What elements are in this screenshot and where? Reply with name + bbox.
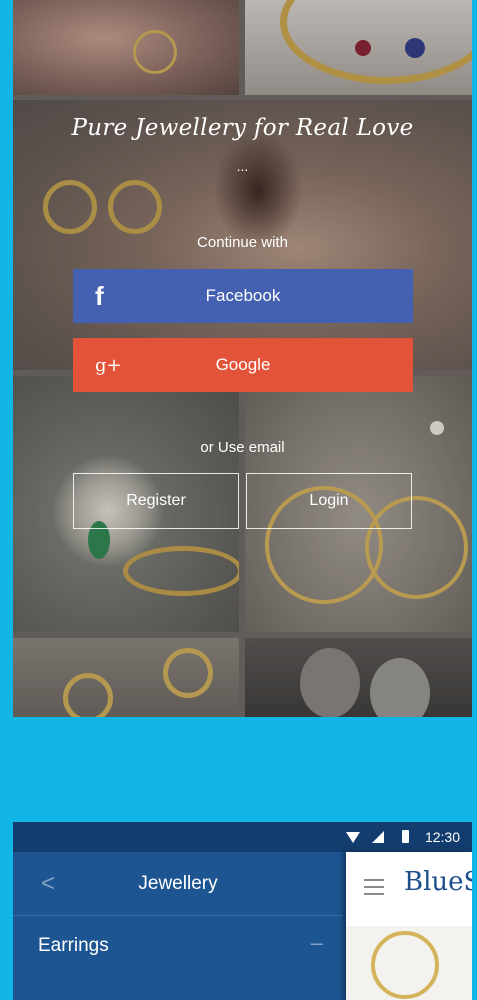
continue-with-label: Continue with	[197, 234, 288, 251]
main-panel: BlueS	[346, 852, 472, 1000]
drawer-item-earrings[interactable]: Earrings –	[13, 916, 343, 974]
menu-screen: 12:30 < Jewellery Earrings – BlueS	[13, 822, 472, 1000]
hamburger-menu-icon[interactable]	[364, 879, 384, 900]
battery-icon	[402, 830, 409, 843]
facebook-label: Facebook	[205, 286, 281, 305]
signal-icon	[372, 831, 384, 843]
product-image	[346, 926, 472, 1000]
facebook-icon: f	[95, 280, 104, 311]
google-plus-icon: g+	[95, 354, 122, 376]
drawer-header: < Jewellery	[13, 852, 343, 916]
register-button[interactable]: Register	[73, 473, 239, 529]
collapse-icon[interactable]: –	[311, 930, 323, 956]
facebook-button[interactable]: f Facebook	[73, 269, 413, 323]
status-bar: 12:30	[13, 822, 472, 852]
status-time: 12:30	[424, 829, 460, 845]
wifi-icon	[346, 832, 360, 843]
login-screen: Pure Jewellery for Real Love ... Continu…	[13, 0, 472, 717]
category-drawer: < Jewellery Earrings –	[13, 852, 343, 1000]
tagline: Pure Jewellery for Real Love	[71, 115, 414, 141]
or-use-email-label: or Use email	[200, 439, 285, 456]
google-label: Google	[215, 355, 271, 374]
drawer-item-label: Earrings	[38, 935, 109, 956]
google-button[interactable]: g+ Google	[73, 338, 413, 392]
drawer-title: Jewellery	[138, 873, 218, 894]
tagline-ellipsis: ...	[236, 158, 249, 174]
brand-logo: BlueS	[404, 867, 472, 897]
login-button[interactable]: Login	[246, 473, 412, 529]
